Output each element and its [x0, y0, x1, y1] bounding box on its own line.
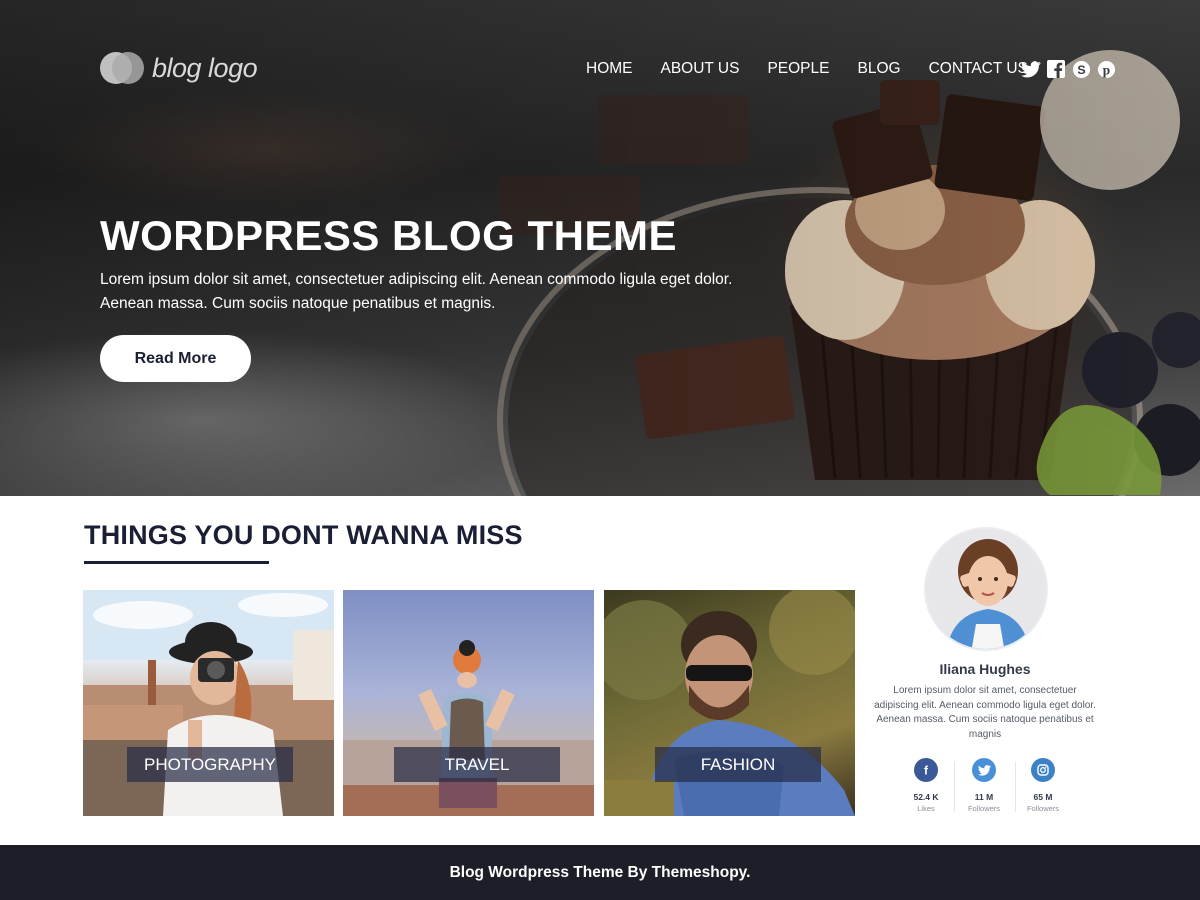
- profile-name: Iliana Hughes: [939, 661, 1031, 677]
- svg-text:f: f: [924, 764, 929, 776]
- pinterest-icon[interactable]: p: [1096, 59, 1116, 79]
- svg-text:p: p: [1102, 62, 1109, 77]
- hero-title: WORDPRESS BLOG THEME: [100, 212, 678, 259]
- travel-image: [343, 640, 594, 816]
- svg-text:S: S: [1077, 62, 1085, 76]
- card-label-fashion: FASHION: [655, 747, 821, 782]
- card-label-photography: PHOTOGRAPHY: [127, 747, 293, 782]
- twitter-icon[interactable]: [972, 758, 996, 782]
- main-nav: HOME ABOUT US PEOPLE BLOG CONTACT US: [586, 60, 1056, 78]
- section-underline: [84, 561, 269, 564]
- logo-text: blog logo: [152, 52, 258, 83]
- stat-label: Followers: [967, 804, 1001, 813]
- profile-avatar[interactable]: [924, 527, 1048, 651]
- stat-value: 11 M: [974, 792, 994, 802]
- card-fashion[interactable]: FASHION: [604, 590, 855, 816]
- footer-credit: Blog Wordpress Theme By Themeshopy.: [449, 863, 751, 881]
- facebook-icon[interactable]: [1046, 59, 1066, 79]
- stat-value: 52.4 K: [913, 792, 939, 802]
- nav-home[interactable]: HOME: [586, 60, 633, 78]
- social-links: S p: [1021, 59, 1121, 79]
- site-footer: Blog Wordpress Theme By Themeshopy.: [0, 845, 1200, 900]
- skype-icon[interactable]: S: [1071, 59, 1091, 79]
- site-logo[interactable]: blog logo: [100, 50, 258, 86]
- nav-contact-us[interactable]: CONTACT US: [929, 60, 1028, 78]
- nav-people[interactable]: PEOPLE: [767, 60, 829, 78]
- nav-about-us[interactable]: ABOUT US: [661, 60, 740, 78]
- fashion-image: [604, 590, 855, 816]
- twitter-icon[interactable]: [1021, 59, 1041, 79]
- card-photography[interactable]: PHOTOGRAPHY: [83, 590, 334, 816]
- hero-text: Lorem ipsum dolor sit amet, consectetuer…: [100, 271, 733, 312]
- stat-twitter-followers: 11 M Followers: [955, 758, 1013, 813]
- card-travel[interactable]: TRAVEL: [343, 590, 594, 816]
- section-title: THINGS YOU DONT WANNA MISS: [84, 520, 523, 550]
- logo-circles-icon: [100, 50, 144, 86]
- avatar-image: [926, 529, 1046, 649]
- instagram-icon[interactable]: [1031, 758, 1055, 782]
- facebook-icon[interactable]: f: [914, 758, 938, 782]
- stat-instagram-followers: 65 M Followers: [1014, 758, 1072, 813]
- profile-bio: Lorem ipsum dolor sit amet, consectetuer…: [874, 685, 1096, 740]
- stat-label: Followers: [1026, 804, 1060, 813]
- photography-image: [83, 590, 334, 816]
- stat-value: 65 M: [1033, 792, 1053, 802]
- card-label-travel: TRAVEL: [394, 747, 560, 782]
- stat-likes: f 52.4 K Likes: [897, 758, 955, 813]
- read-more-button[interactable]: Read More: [100, 335, 251, 382]
- nav-blog[interactable]: BLOG: [857, 60, 900, 78]
- stat-label: Likes: [917, 804, 935, 813]
